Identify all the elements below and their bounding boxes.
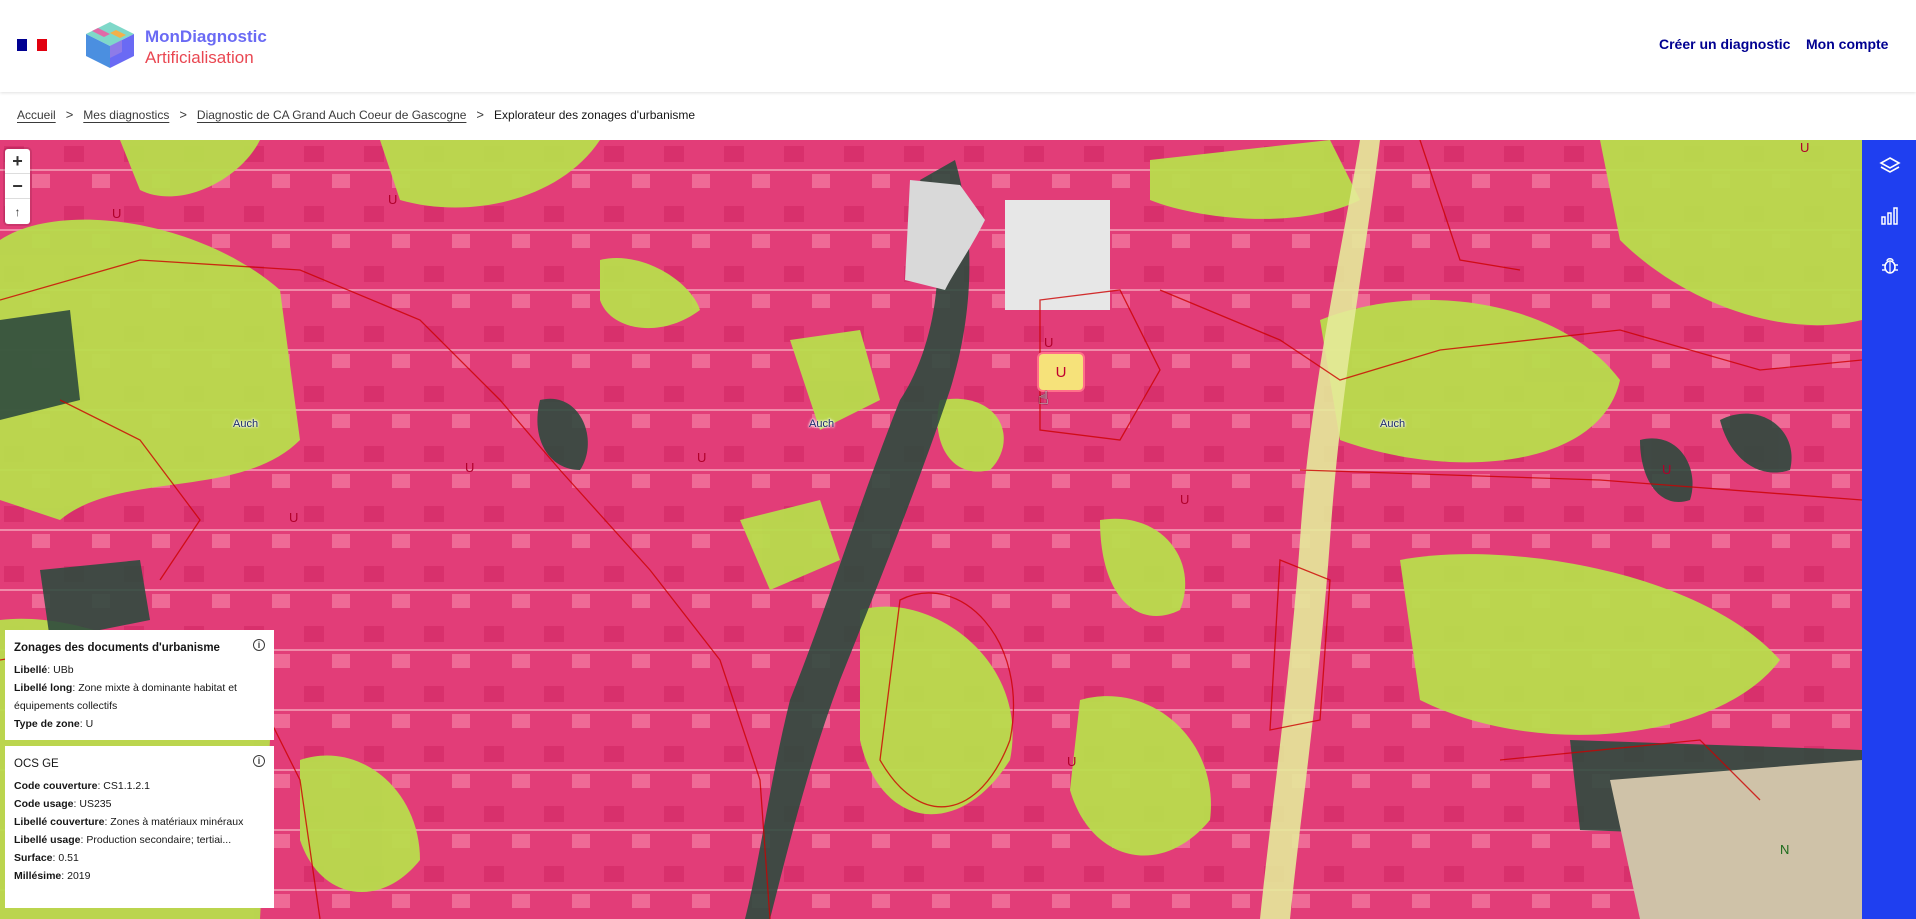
hand-cursor-icon: ☝ — [1038, 388, 1049, 408]
zoning-info-panel: Zonages des documents d'urbanisme i Libe… — [5, 630, 274, 740]
breadcrumb-separator-icon: > — [65, 107, 74, 122]
breadcrumb-diagnostic[interactable]: Diagnostic de CA Grand Auch Coeur de Gas… — [197, 108, 467, 122]
reset-north-button[interactable]: ↑ — [5, 199, 30, 224]
info-row: Code usage: US235 — [14, 798, 112, 810]
chart-icon[interactable] — [1879, 205, 1901, 227]
zone-label: U — [1662, 462, 1672, 477]
place-label-auch: Auch — [233, 418, 259, 430]
info-row: Libellé couverture: Zones à matériaux mi… — [14, 816, 244, 828]
zoning-map[interactable]: Auch Auch Auch U U U U U U U U U U N U ☝ — [0, 140, 1862, 919]
zone-label-n: N — [1780, 842, 1790, 857]
ocsge-panel-title: OCS GE — [14, 758, 59, 770]
zoom-in-button[interactable]: + — [5, 149, 30, 174]
my-account-link[interactable]: Mon compte — [1806, 36, 1888, 52]
zone-label: U — [465, 460, 475, 475]
breadcrumb-separator-icon: > — [179, 107, 187, 122]
zone-label: U — [289, 510, 299, 525]
app-logo-icon[interactable] — [82, 20, 138, 70]
ocsge-info-panel: OCS GE i Code couverture: CS1.1.2.1 Code… — [5, 746, 274, 908]
zone-label: U — [1800, 140, 1810, 155]
zoom-controls: + − ↑ — [5, 149, 30, 224]
breadcrumb-separator-icon: > — [476, 107, 485, 122]
bug-icon[interactable] — [1879, 255, 1901, 277]
zone-label: U — [1044, 335, 1054, 350]
info-row: Libellé long: Zone mixte à dominante hab… — [14, 682, 237, 712]
map-toolbar — [1862, 140, 1916, 919]
place-label-auch: Auch — [1380, 418, 1406, 430]
selected-zone-badge[interactable]: U — [1037, 352, 1085, 392]
zone-label: U — [1180, 492, 1190, 507]
place-label-auch: Auch — [809, 418, 835, 430]
info-icon[interactable]: i — [253, 639, 265, 651]
french-flag-icon — [17, 39, 47, 51]
map-layers — [0, 140, 1862, 919]
breadcrumb: Accueil > Mes diagnostics > Diagnostic d… — [17, 107, 695, 122]
zoom-out-button[interactable]: − — [5, 174, 30, 199]
info-row: Millésime: 2019 — [14, 870, 91, 882]
info-row: Type de zone: U — [14, 718, 94, 730]
brand-name[interactable]: MonDiagnostic Artificialisation — [145, 26, 267, 68]
create-diagnostic-link[interactable]: Créer un diagnostic — [1659, 36, 1790, 52]
brand-line1: MonDiagnostic — [145, 27, 267, 46]
zone-label: U — [697, 450, 707, 465]
zone-label: U — [1067, 754, 1077, 769]
zoning-panel-title: Zonages des documents d'urbanisme — [14, 642, 220, 654]
zone-label: U — [388, 192, 398, 207]
info-row: Code couverture: CS1.1.2.1 — [14, 780, 150, 792]
breadcrumb-my-diagnostics[interactable]: Mes diagnostics — [83, 108, 169, 122]
info-row: Libellé usage: Production secondaire; te… — [14, 834, 232, 846]
zone-label: U — [112, 206, 122, 221]
breadcrumb-home[interactable]: Accueil — [17, 108, 56, 122]
info-icon[interactable]: i — [253, 755, 265, 767]
breadcrumb-current: Explorateur des zonages d'urbanisme — [494, 107, 696, 122]
layers-icon[interactable] — [1879, 155, 1901, 177]
info-row: Libellé: UBb — [14, 664, 74, 676]
brand-line2: Artificialisation — [145, 48, 254, 67]
site-header: MonDiagnostic Artificialisation Créer un… — [0, 0, 1916, 92]
info-row: Surface: 0.51 — [14, 852, 79, 864]
